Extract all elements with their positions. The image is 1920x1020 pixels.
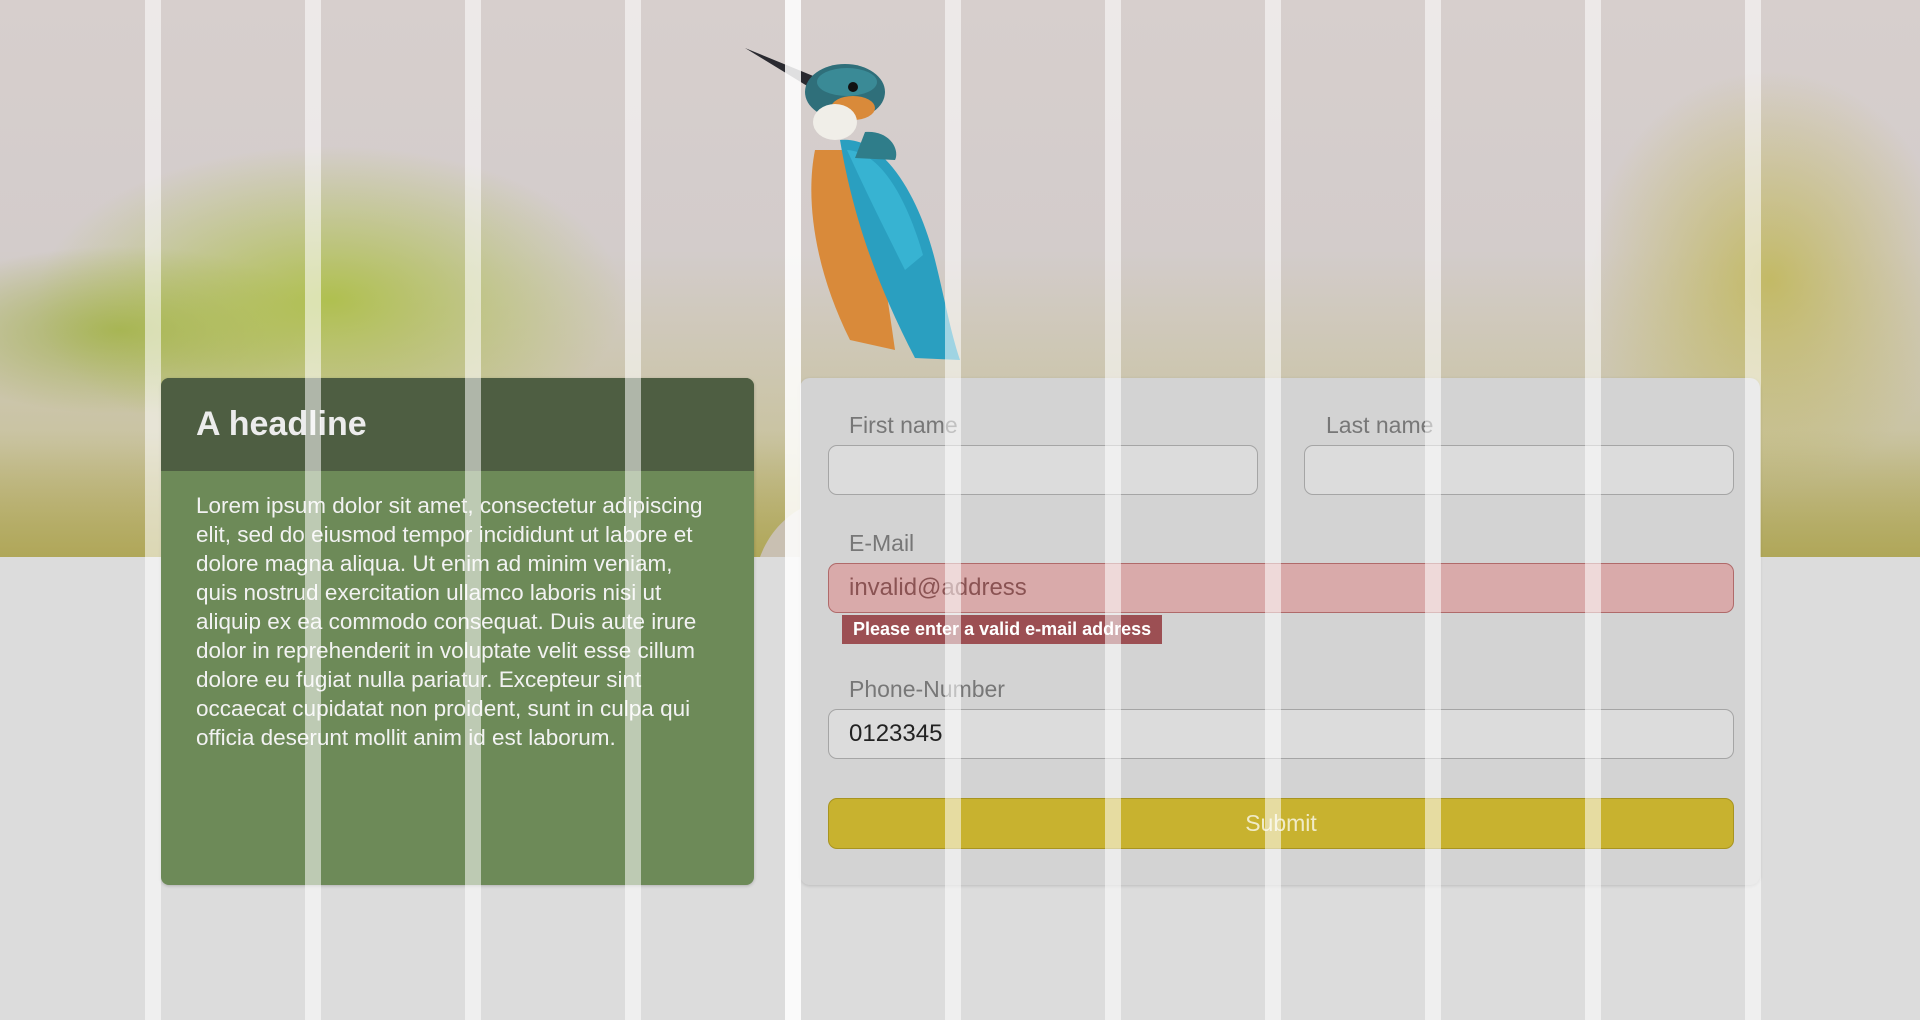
info-card: A headline Lorem ipsum dolor sit amet, c… [161, 378, 754, 885]
phone-input[interactable] [828, 709, 1734, 759]
email-error-message: Please enter a valid e-mail address [842, 615, 1163, 644]
card-headline: A headline [161, 378, 754, 471]
first-name-label: First name [849, 412, 958, 438]
first-name-input[interactable] [828, 445, 1258, 495]
phone-label: Phone-Number [849, 676, 1005, 702]
email-label: E-Mail [849, 530, 915, 556]
last-name-input[interactable] [1304, 445, 1734, 495]
kingfisher-image [745, 48, 960, 360]
contact-form: First name Last name E-Mail Please enter… [800, 378, 1760, 885]
card-body-text: Lorem ipsum dolor sit amet, consectetur … [196, 493, 703, 750]
email-input[interactable] [828, 563, 1734, 613]
last-name-label: Last name [1326, 412, 1434, 438]
submit-button[interactable]: Submit [828, 798, 1734, 849]
